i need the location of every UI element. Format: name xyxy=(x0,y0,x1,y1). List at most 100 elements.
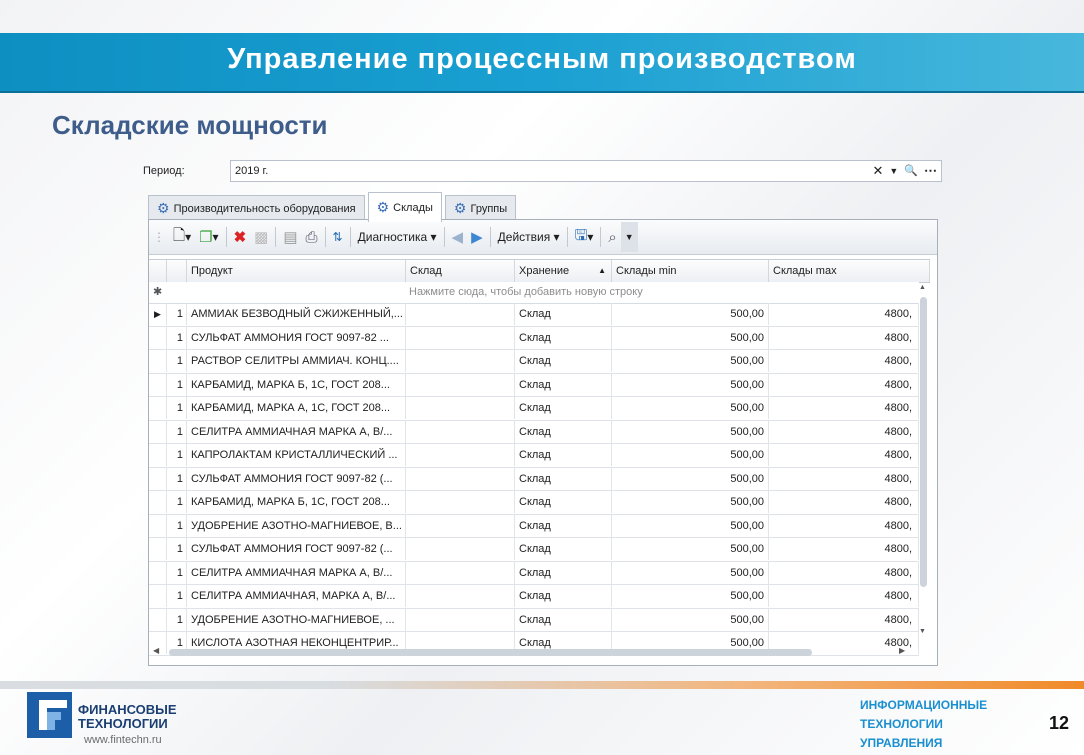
max-cell[interactable]: 4800, xyxy=(769,326,919,349)
warehouse-cell[interactable] xyxy=(406,397,515,419)
product-cell[interactable]: УДОБРЕНИЕ АЗОТНО-МАГНИЕВОЕ, ... xyxy=(187,608,406,631)
table-row[interactable]: ▶ 1 АММИАК БЕЗВОДНЫЙ СЖИЖЕННЫЙ,... Склад 500… xyxy=(149,303,919,327)
row-number-cell[interactable]: 1 xyxy=(167,608,187,631)
storage-cell[interactable]: Склад xyxy=(515,561,612,584)
warehouse-cell[interactable] xyxy=(406,538,515,560)
warehouse-cell[interactable] xyxy=(406,303,515,325)
diagnostics-menu[interactable]: Диагностика ▾ xyxy=(354,225,441,249)
clear-icon[interactable]: ✕ xyxy=(872,163,883,179)
row-number-cell[interactable]: 1 xyxy=(167,420,187,443)
column-header-max[interactable]: Склады max xyxy=(769,260,930,282)
row-number-cell[interactable]: 1 xyxy=(167,373,187,396)
max-cell[interactable]: 4800, xyxy=(769,373,919,396)
min-cell[interactable]: 500,00 xyxy=(612,491,769,513)
warehouse-cell[interactable] xyxy=(406,350,515,372)
row-number-cell[interactable]: 1 xyxy=(167,397,187,419)
min-cell[interactable]: 500,00 xyxy=(612,350,769,372)
storage-cell[interactable]: Склад xyxy=(515,373,612,396)
row-number-cell[interactable]: 1 xyxy=(167,303,187,325)
storage-cell[interactable]: Склад xyxy=(515,514,612,537)
tab-groups[interactable]: ⚙ Группы xyxy=(444,195,517,221)
table-row[interactable]: 1 КАПРОЛАКТАМ КРИСТАЛЛИЧЕСКИЙ ... Склад 500… xyxy=(149,444,919,468)
company-url[interactable]: www.fintechn.ru xyxy=(84,734,162,746)
max-cell[interactable]: 4800, xyxy=(769,585,919,607)
row-number-cell[interactable]: 1 xyxy=(167,491,187,513)
scroll-right-icon[interactable]: ▶ xyxy=(899,646,905,655)
table-row[interactable]: 1 СЕЛИТРА АММИАЧНАЯ МАРКА А, В/... Склад 50… xyxy=(149,420,919,444)
storage-cell[interactable]: Склад xyxy=(515,350,612,372)
save-button[interactable]: ▩ xyxy=(250,225,272,249)
table-row[interactable]: 1 СУЛЬФАТ АММОНИЯ ГОСТ 9097-82 (... Склад 5… xyxy=(149,467,919,491)
storage-cell[interactable]: Склад xyxy=(515,303,612,325)
period-selector[interactable]: 2019 г. ✕ ▼ 🔍 ⋯ xyxy=(230,160,942,182)
table-row[interactable]: 1 КАРБАМИД, МАРКА Б, 1С, ГОСТ 208... Склад… xyxy=(149,491,919,515)
row-number-cell[interactable]: 1 xyxy=(167,444,187,466)
product-cell[interactable]: СУЛЬФАТ АММОНИЯ ГОСТ 9097-82 (... xyxy=(187,467,406,490)
more-icon[interactable]: ⋯ xyxy=(924,163,937,179)
row-number-cell[interactable]: 1 xyxy=(167,467,187,490)
min-cell[interactable]: 500,00 xyxy=(612,514,769,537)
search-icon[interactable]: 🔍 xyxy=(904,163,918,179)
row-number-cell[interactable]: 1 xyxy=(167,585,187,607)
table-row[interactable]: 1 КАРБАМИД, МАРКА А, 1С, ГОСТ 208... Склад… xyxy=(149,397,919,421)
product-cell[interactable]: СУЛЬФАТ АММОНИЯ ГОСТ 9097-82 ... xyxy=(187,326,406,349)
min-cell[interactable]: 500,00 xyxy=(612,373,769,396)
find-button[interactable]: ⌕ xyxy=(604,225,620,249)
new-row[interactable]: ✱ Нажмите сюда, чтобы добавить новую стр… xyxy=(149,282,919,304)
max-cell[interactable]: 4800, xyxy=(769,420,919,443)
row-number-cell[interactable]: 1 xyxy=(167,326,187,349)
min-cell[interactable]: 500,00 xyxy=(612,303,769,325)
table-row[interactable]: 1 РАСТВОР СЕЛИТРЫ АММИАЧ. КОНЦ.... Склад 50… xyxy=(149,350,919,374)
product-cell[interactable]: СУЛЬФАТ АММОНИЯ ГОСТ 9097-82 (... xyxy=(187,538,406,560)
vertical-scroll-thumb[interactable] xyxy=(920,297,927,587)
min-cell[interactable]: 500,00 xyxy=(612,420,769,443)
scroll-down-icon[interactable]: ▼ xyxy=(919,628,926,635)
row-number-cell[interactable]: 1 xyxy=(167,350,187,372)
storage-cell[interactable]: Склад xyxy=(515,444,612,466)
table-view-button[interactable]: ▤ xyxy=(279,225,301,249)
table-row[interactable]: 1 СУЛЬФАТ АММОНИЯ ГОСТ 9097-82 ... Склад 50… xyxy=(149,326,919,350)
table-row[interactable]: 1 СУЛЬФАТ АММОНИЯ ГОСТ 9097-82 (... Склад 5… xyxy=(149,538,919,562)
product-cell[interactable]: КАПРОЛАКТАМ КРИСТАЛЛИЧЕСКИЙ ... xyxy=(187,444,406,466)
horizontal-scrollbar[interactable]: ◀ ▶ xyxy=(149,645,917,659)
storage-cell[interactable]: Склад xyxy=(515,397,612,419)
column-header-min[interactable]: Склады min xyxy=(612,260,769,282)
storage-cell[interactable]: Склад xyxy=(515,608,612,631)
min-cell[interactable]: 500,00 xyxy=(612,585,769,607)
max-cell[interactable]: 4800, xyxy=(769,608,919,631)
storage-cell[interactable]: Склад xyxy=(515,420,612,443)
warehouse-cell[interactable] xyxy=(406,444,515,466)
warehouse-cell[interactable] xyxy=(406,608,515,631)
min-cell[interactable]: 500,00 xyxy=(612,326,769,349)
column-header-storage[interactable]: Хранение ▲ xyxy=(515,260,612,282)
max-cell[interactable]: 4800, xyxy=(769,538,919,560)
max-cell[interactable]: 4800, xyxy=(769,397,919,419)
scroll-left-icon[interactable]: ◀ xyxy=(153,646,159,655)
prev-button[interactable]: ◀ xyxy=(448,225,468,249)
min-cell[interactable]: 500,00 xyxy=(612,538,769,560)
tab-equipment-performance[interactable]: ⚙ Производительность оборудования xyxy=(148,195,365,221)
column-header-warehouse[interactable]: Склад xyxy=(406,260,515,282)
row-number-cell[interactable]: 1 xyxy=(167,538,187,560)
product-cell[interactable]: РАСТВОР СЕЛИТРЫ АММИАЧ. КОНЦ.... xyxy=(187,350,406,372)
dropdown-arrow-icon[interactable]: ▼ xyxy=(889,163,898,179)
min-cell[interactable]: 500,00 xyxy=(612,608,769,631)
warehouse-cell[interactable] xyxy=(406,561,515,584)
copy-button[interactable]: ❐ ▾ xyxy=(195,225,222,249)
warehouse-cell[interactable] xyxy=(406,585,515,607)
product-cell[interactable]: КАРБАМИД, МАРКА Б, 1С, ГОСТ 208... xyxy=(187,373,406,396)
export-button[interactable]: 🖫 ▾ xyxy=(571,225,598,249)
product-cell[interactable]: СЕЛИТРА АММИАЧНАЯ МАРКА А, В/... xyxy=(187,561,406,584)
storage-cell[interactable]: Склад xyxy=(515,585,612,607)
row-number-cell[interactable]: 1 xyxy=(167,514,187,537)
scroll-up-icon[interactable]: ▲ xyxy=(919,284,926,291)
max-cell[interactable]: 4800, xyxy=(769,561,919,584)
horizontal-scroll-thumb[interactable] xyxy=(169,649,812,656)
min-cell[interactable]: 500,00 xyxy=(612,467,769,490)
next-button[interactable]: ▶ xyxy=(467,225,487,249)
product-cell[interactable]: КАРБАМИД, МАРКА Б, 1С, ГОСТ 208... xyxy=(187,491,406,513)
storage-cell[interactable]: Склад xyxy=(515,467,612,490)
product-cell[interactable]: УДОБРЕНИЕ АЗОТНО-МАГНИЕВОЕ, В... xyxy=(187,514,406,537)
min-cell[interactable]: 500,00 xyxy=(612,561,769,584)
table-row[interactable]: 1 УДОБРЕНИЕ АЗОТНО-МАГНИЕВОЕ, ... Склад 500… xyxy=(149,608,919,632)
